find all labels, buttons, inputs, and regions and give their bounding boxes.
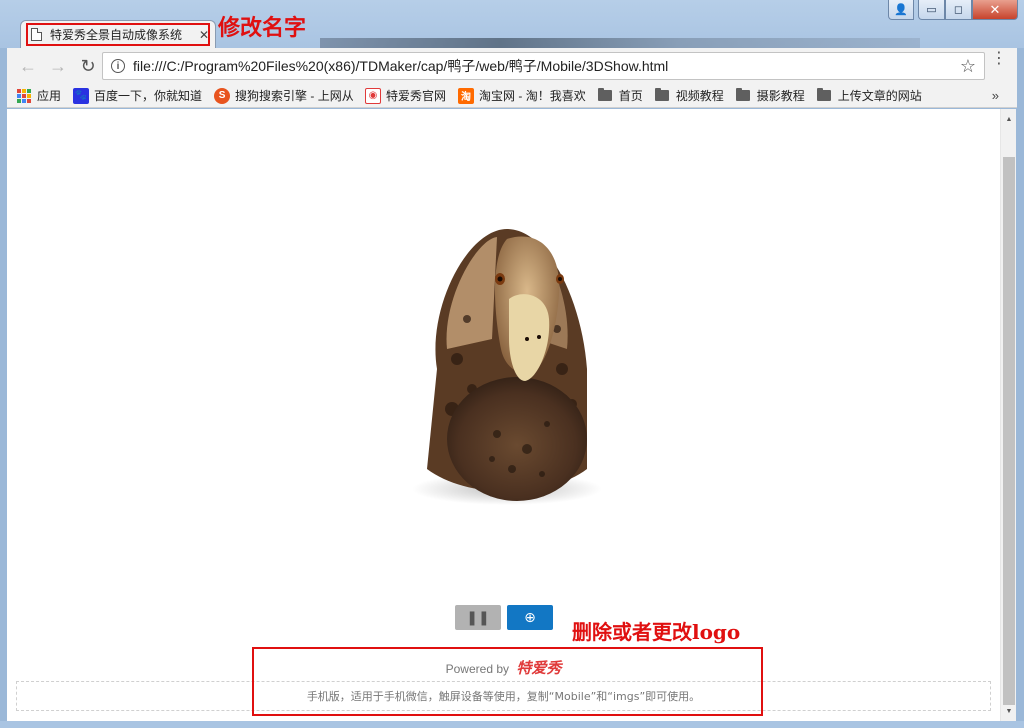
bookmark-taobao[interactable]: 淘 淘宝网 - 淘！我喜欢	[458, 87, 586, 104]
bookmark-video-tutorials[interactable]: 视频教程	[654, 87, 724, 104]
bookmark-apps[interactable]: 应用	[17, 87, 61, 104]
back-button[interactable]: ←	[15, 53, 41, 79]
minimize-button[interactable]: ▭	[918, 0, 945, 20]
page-viewport: ❚❚ ⊕ Powered by 特爱秀 手机版，适用于手机微信，触屏设备等使用，…	[7, 109, 1000, 721]
forward-button[interactable]: →	[45, 53, 71, 79]
browser-menu-icon[interactable]: ⋮	[991, 51, 1007, 67]
tab-annotation-box	[26, 23, 210, 46]
window-bottom-frame	[0, 721, 1024, 728]
bookmark-teaixiu[interactable]: ◉ 特爱秀官网	[365, 87, 446, 104]
logo-annotation-box	[252, 647, 763, 716]
bookmark-label: 特爱秀官网	[386, 89, 447, 103]
logo-annotation: 删除或者更改logo	[572, 620, 741, 644]
bookmark-sogou[interactable]: S 搜狗搜索引擎 - 上网从	[214, 87, 353, 104]
bookmark-upload-sites[interactable]: 上传文章的网站	[816, 87, 922, 104]
more-bookmarks-icon[interactable]: »	[992, 88, 999, 103]
taobao-icon: 淘	[458, 87, 475, 104]
navigation-toolbar: ← → ↻ i file:///C:/Program%20Files%20(x8…	[7, 48, 1017, 84]
scroll-up-icon[interactable]: ▲	[1001, 111, 1017, 127]
info-icon[interactable]: i	[111, 59, 125, 73]
folder-icon	[735, 88, 750, 101]
bookmark-label: 上传文章的网站	[837, 89, 922, 103]
bookmark-label: 搜狗搜索引擎 - 上网从	[235, 89, 354, 103]
bookmark-label: 应用	[37, 89, 62, 103]
scroll-down-icon[interactable]: ▼	[1001, 703, 1017, 719]
duck-image	[412, 229, 602, 505]
camera-icon: ◉	[365, 87, 382, 104]
sogou-icon: S	[214, 87, 231, 104]
bookmark-label: 百度一下，你就知道	[94, 89, 203, 103]
scroll-thumb[interactable]	[1003, 157, 1015, 705]
folder-icon	[654, 88, 669, 101]
address-bar[interactable]: i file:///C:/Program%20Files%20(x86)/TDM…	[102, 52, 985, 80]
zoom-in-button[interactable]: ⊕	[507, 605, 553, 630]
viewer-controls: ❚❚ ⊕	[455, 605, 553, 630]
folder-icon	[597, 88, 612, 101]
bookmark-baidu[interactable]: 🐾 百度一下，你就知道	[73, 87, 202, 104]
bookmark-label: 摄影教程	[756, 89, 805, 103]
product-3d-image[interactable]	[397, 219, 617, 519]
maximize-button[interactable]: ◻	[945, 0, 972, 20]
apps-icon	[17, 88, 31, 103]
url-text[interactable]: file:///C:/Program%20Files%20(x86)/TDMak…	[133, 56, 960, 76]
bookmark-label: 视频教程	[675, 89, 724, 103]
bookmark-photo-tutorials[interactable]: 摄影教程	[735, 87, 805, 104]
bookmarks-bar: 应用 🐾 百度一下，你就知道 S 搜狗搜索引擎 - 上网从 ◉ 特爱秀官网 淘 …	[7, 84, 1017, 108]
folder-icon	[816, 88, 831, 101]
browser-window: 👤 ▭ ◻ ✕ 特爱秀全景自动成像系统 ✕ 修改名字 ← → ↻ i file:…	[0, 0, 1024, 728]
pause-button[interactable]: ❚❚	[455, 605, 501, 630]
bookmark-label: 首页	[618, 89, 643, 103]
reload-button[interactable]: ↻	[75, 53, 101, 79]
window-controls: 👤 ▭ ◻ ✕	[888, 0, 1018, 20]
rename-annotation: 修改名字	[218, 15, 307, 41]
bookmark-label: 淘宝网 - 淘！我喜欢	[479, 89, 586, 103]
user-icon[interactable]: 👤	[888, 0, 914, 20]
close-window-button[interactable]: ✕	[972, 0, 1018, 20]
bookmark-star-icon[interactable]: ☆	[960, 56, 976, 77]
tabstrip-background	[320, 38, 920, 48]
baidu-icon: 🐾	[73, 87, 90, 104]
vertical-scrollbar[interactable]: ▲ ▼	[1000, 109, 1016, 721]
bookmark-home[interactable]: 首页	[597, 87, 643, 104]
